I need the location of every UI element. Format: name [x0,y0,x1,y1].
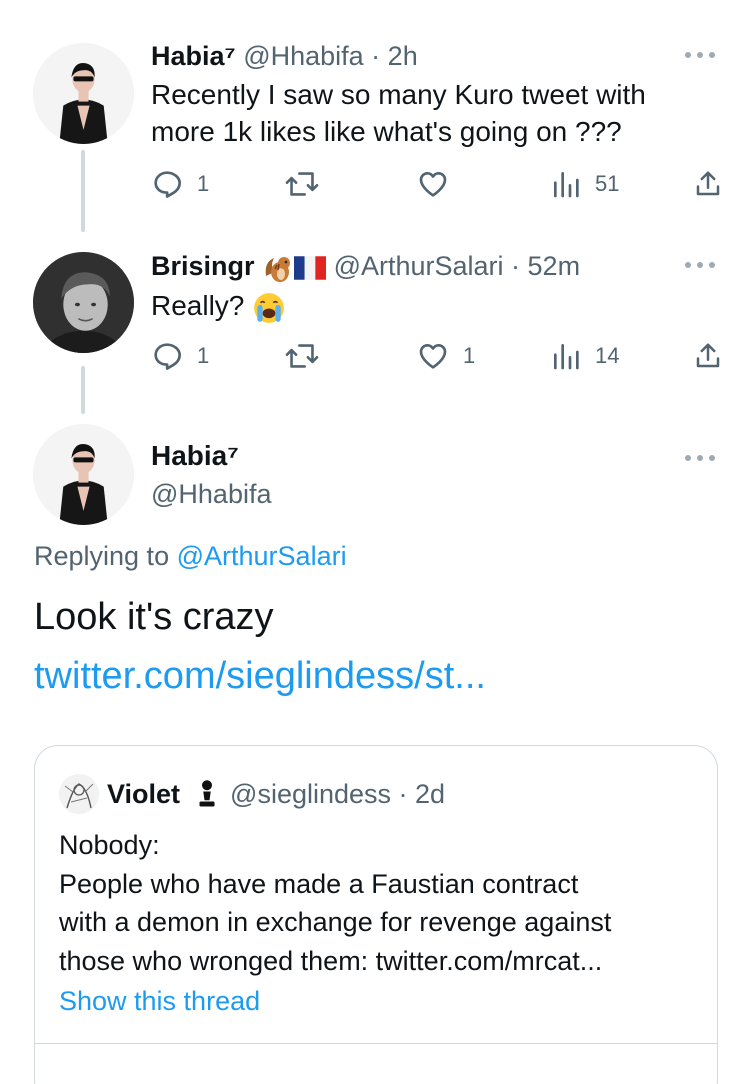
like-button[interactable]: 1 [417,340,475,372]
heart-icon [419,344,447,369]
thread-connector-line [81,366,85,414]
quoted-tweet-card[interactable]: Violet @sieglindess · 2d Nobody: People … [34,745,718,1084]
more-options-icon[interactable] [685,453,715,463]
retweet-button[interactable] [285,340,319,372]
chipmunk-emoji-icon [265,256,291,282]
quoted-text-line: Nobody: [59,830,160,860]
analytics-bars-icon [554,344,579,370]
view-count: 14 [595,343,620,368]
france-flag-emoji-icon [294,256,327,280]
loudly-crying-face-emoji-icon [254,292,285,323]
quoted-tweet-header: Violet @sieglindess · 2d [59,774,445,814]
tweet-link[interactable]: twitter.com/sieglindess/st... [34,652,486,700]
share-button[interactable] [693,168,723,200]
person-in-sunglasses-avatar-icon [33,424,134,525]
quoted-text-line: with a demon in exchange for revenge aga… [59,907,612,937]
replying-to-label: Replying to [34,541,170,571]
heart-icon [419,172,447,197]
person-in-sunglasses-avatar-icon [33,43,134,144]
reply-count: 1 [197,171,210,196]
tweet-text: Look it's crazy [34,596,274,638]
tweet-header: Habia⁷ @Hhabifa · 2h [151,40,418,72]
replying-to: Replying to @ArthurSalari [34,541,347,572]
timestamp[interactable]: 2h [388,41,418,71]
more-options-icon[interactable] [685,260,715,270]
reply-count: 1 [197,343,210,368]
avatar [59,774,99,814]
analytics-bars-icon [554,172,579,198]
grayscale-person-avatar-icon [33,252,134,353]
share-upload-icon [696,343,720,368]
like-button[interactable] [417,168,449,200]
display-name[interactable]: Habia⁷ [151,440,239,472]
handle: @sieglindess [230,778,392,809]
avatar[interactable] [33,43,134,144]
thread-connector-line [81,150,85,232]
tweet-header: Brisingr @ArthurSalari · 52m [151,250,580,284]
divider [35,1043,717,1044]
display-name[interactable]: Brisingr [151,251,255,281]
display-name[interactable]: Habia⁷ [151,41,236,71]
avatar[interactable] [33,424,134,525]
chess-pawn-icon [199,780,215,807]
show-thread-link[interactable]: Show this thread [59,986,260,1017]
retweet-icon [285,172,319,196]
view-count: 51 [595,171,620,196]
reply-button[interactable]: 1 [151,168,209,200]
replying-to-link[interactable]: @ArthurSalari [177,541,347,571]
quoted-text-line: People who have made a Faustian contract [59,868,579,899]
display-name: Violet [107,778,181,809]
like-count: 1 [463,343,476,368]
tweet-text-line: Recently I saw so many Kuro tweet with [151,79,646,110]
reply-icon [154,343,181,370]
separator-dot: · [391,778,416,809]
reply-icon [154,171,181,198]
sketch-drawing-avatar-icon [59,774,99,814]
avatar[interactable] [33,252,134,353]
reply-button[interactable]: 1 [151,340,209,372]
quoted-tweet-text: Nobody: People who have made a Faustian … [59,826,699,980]
retweet-button[interactable] [285,168,319,200]
share-button[interactable] [693,340,723,372]
separator-dot: · [503,251,528,281]
more-options-icon[interactable] [685,50,715,60]
tweet-text-line: more 1k likes like what's going on ??? [151,116,622,147]
handle[interactable]: @ArthurSalari [334,251,504,281]
quoted-text-line: those who wronged them: twitter.com/mrca… [59,945,603,976]
separator-dot: · [363,41,388,71]
tweet-text: Really? [151,287,286,325]
views-button[interactable]: 14 [551,340,619,372]
retweet-icon [285,344,319,368]
timestamp: 2d [415,778,446,809]
handle[interactable]: @Hhabifa [243,41,363,71]
views-button[interactable]: 51 [551,168,619,200]
timestamp[interactable]: 52m [528,251,581,281]
tweet-text: Recently I saw so many Kuro tweet with m… [151,76,646,150]
tweet-text-line: Really? [151,290,245,321]
share-upload-icon [696,171,720,196]
handle[interactable]: @Hhabifa [151,479,271,510]
